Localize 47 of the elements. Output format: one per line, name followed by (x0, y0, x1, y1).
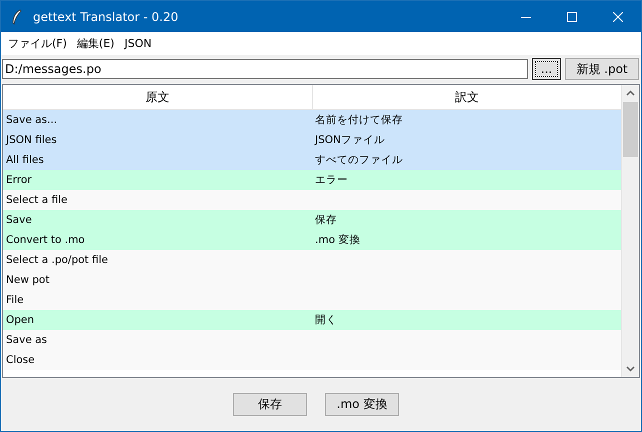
translation-cell-text: .mo 変換 (314, 233, 362, 248)
source-cell-text: Save as (5, 333, 48, 348)
scroll-thumb[interactable] (623, 102, 638, 157)
convert-button[interactable]: .mo 変換 (325, 393, 399, 416)
table-row[interactable]: Error エラー (3, 170, 621, 190)
source-cell-text: File (5, 293, 25, 308)
menu-item[interactable]: JSON (119, 37, 157, 50)
scrollbar[interactable] (621, 85, 639, 377)
source-cell-text: Select a file (5, 193, 68, 208)
table-row[interactable]: Select a file (3, 190, 621, 210)
table-row[interactable]: Select a .po/pot file (3, 250, 621, 270)
source-cell-text: Select a .po/pot file (5, 253, 110, 268)
table-row[interactable]: Close (3, 350, 621, 370)
table-row[interactable]: File (3, 290, 621, 310)
source-cell-text: All files (5, 153, 45, 168)
translation-cell-text: 開く (314, 313, 338, 328)
source-cell-text: Error (5, 173, 33, 188)
table-row[interactable]: All files すべてのファイル (3, 150, 621, 170)
menu-item[interactable]: 編集(E) (72, 36, 120, 51)
source-cell-text: Close (5, 353, 36, 368)
table-row[interactable]: Save as (3, 330, 621, 350)
table-row[interactable]: Open 開く (3, 310, 621, 330)
browse-button[interactable]: ... (532, 58, 561, 80)
save-button[interactable]: 保存 (233, 393, 307, 416)
window-title: gettext Translator - 0.20 (33, 10, 180, 24)
menu-item[interactable]: ファイル(F) (3, 36, 72, 51)
close-icon (613, 12, 623, 22)
source-cell-text: Open (5, 313, 36, 328)
source-cell-text: Convert to .mo (5, 233, 86, 248)
source-cell-text: Save as... (5, 113, 58, 128)
source-cell-text: Save (5, 213, 33, 228)
source-cell-text: New pot (5, 273, 50, 288)
translation-cell-text: JSONファイル (314, 133, 386, 148)
table-row[interactable]: New pot (3, 270, 621, 290)
path-field[interactable]: D:/messages.po (2, 59, 528, 79)
translation-cell-text: 名前を付けて保存 (314, 113, 404, 128)
column-header[interactable]: 原文 (3, 85, 312, 109)
table-row[interactable]: JSON files JSONファイル (3, 130, 621, 150)
table-row[interactable]: Convert to .mo .mo 変換 (3, 230, 621, 250)
new-pot-button[interactable]: 新規 .pot (565, 58, 639, 80)
table-row[interactable]: Save 保存 (3, 210, 621, 230)
maximize-icon (567, 12, 577, 22)
translation-cell-text: すべてのファイル (314, 153, 404, 168)
table-row[interactable]: Save as... 名前を付けて保存 (3, 110, 621, 130)
translation-cell-text: 保存 (314, 213, 338, 228)
source-cell-text: JSON files (4, 133, 58, 148)
translation-cell-text: エラー (314, 173, 349, 188)
